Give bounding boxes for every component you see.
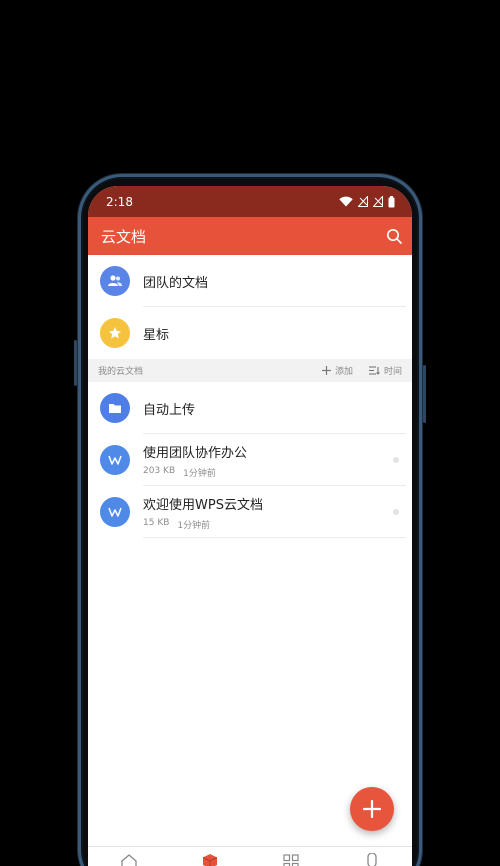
- file-time: 1分钟前: [183, 468, 216, 479]
- more-dot-icon[interactable]: [393, 509, 399, 515]
- home-icon[interactable]: [120, 853, 138, 866]
- divider: [143, 537, 406, 538]
- section-header: 我的云文档 添加 时间: [88, 359, 412, 382]
- add-button[interactable]: 添加: [321, 364, 353, 377]
- add-fab-button[interactable]: [350, 787, 394, 831]
- page-title: 云文档: [101, 227, 147, 246]
- sort-label: 时间: [383, 367, 402, 377]
- file-row[interactable]: 使用团队协作办公 203 KB 1分钟前: [88, 434, 412, 486]
- file-name: 自动上传: [143, 402, 196, 418]
- status-time: 2:18: [106, 194, 133, 209]
- sort-button[interactable]: 时间: [368, 364, 402, 377]
- wifi-icon: [339, 196, 353, 207]
- more-dot-icon[interactable]: [393, 457, 399, 463]
- add-label: 添加: [334, 367, 353, 377]
- file-size: 203 KB: [143, 465, 176, 476]
- search-icon[interactable]: [386, 228, 402, 244]
- status-bar: 2:18: [88, 186, 412, 217]
- phone-screen: 2:18 云文档 团队的文档 星标 我的云文档 添加 时间 自动上传 使用团队协…: [88, 186, 412, 866]
- profile-icon[interactable]: [363, 853, 381, 866]
- signal-icon-2: [373, 196, 383, 207]
- volume-button: [74, 340, 77, 386]
- app-bar: 云文档: [88, 217, 412, 255]
- sort-icon: [368, 366, 380, 375]
- folder-auto-upload[interactable]: 自动上传: [88, 382, 412, 434]
- star-icon: [100, 318, 130, 348]
- file-row[interactable]: 欢迎使用WPS云文档 15 KB 1分钟前: [88, 486, 412, 538]
- file-time: 1分钟前: [177, 520, 211, 531]
- power-button: [423, 365, 426, 423]
- wps-doc-icon: [100, 497, 130, 527]
- starred-label: 星标: [143, 327, 170, 343]
- apps-icon[interactable]: [282, 853, 300, 866]
- wps-doc-icon: [100, 445, 130, 475]
- plus-icon: [363, 800, 381, 818]
- bottom-nav: [88, 846, 412, 866]
- cloud-box-icon[interactable]: [201, 853, 219, 866]
- file-size: 15 KB: [143, 517, 170, 528]
- signal-icon: [358, 196, 368, 207]
- starred-item[interactable]: 星标: [88, 307, 412, 359]
- team-docs-label: 团队的文档: [143, 275, 209, 291]
- status-icons: [339, 195, 395, 208]
- team-icon: [100, 266, 130, 296]
- file-name: 欢迎使用WPS云文档: [143, 497, 263, 513]
- file-name: 使用团队协作办公: [143, 445, 248, 461]
- team-docs-item[interactable]: 团队的文档: [88, 255, 412, 307]
- folder-icon: [100, 393, 130, 423]
- section-title: 我的云文档: [98, 367, 144, 377]
- battery-icon: [388, 195, 395, 207]
- plus-icon: [321, 366, 331, 375]
